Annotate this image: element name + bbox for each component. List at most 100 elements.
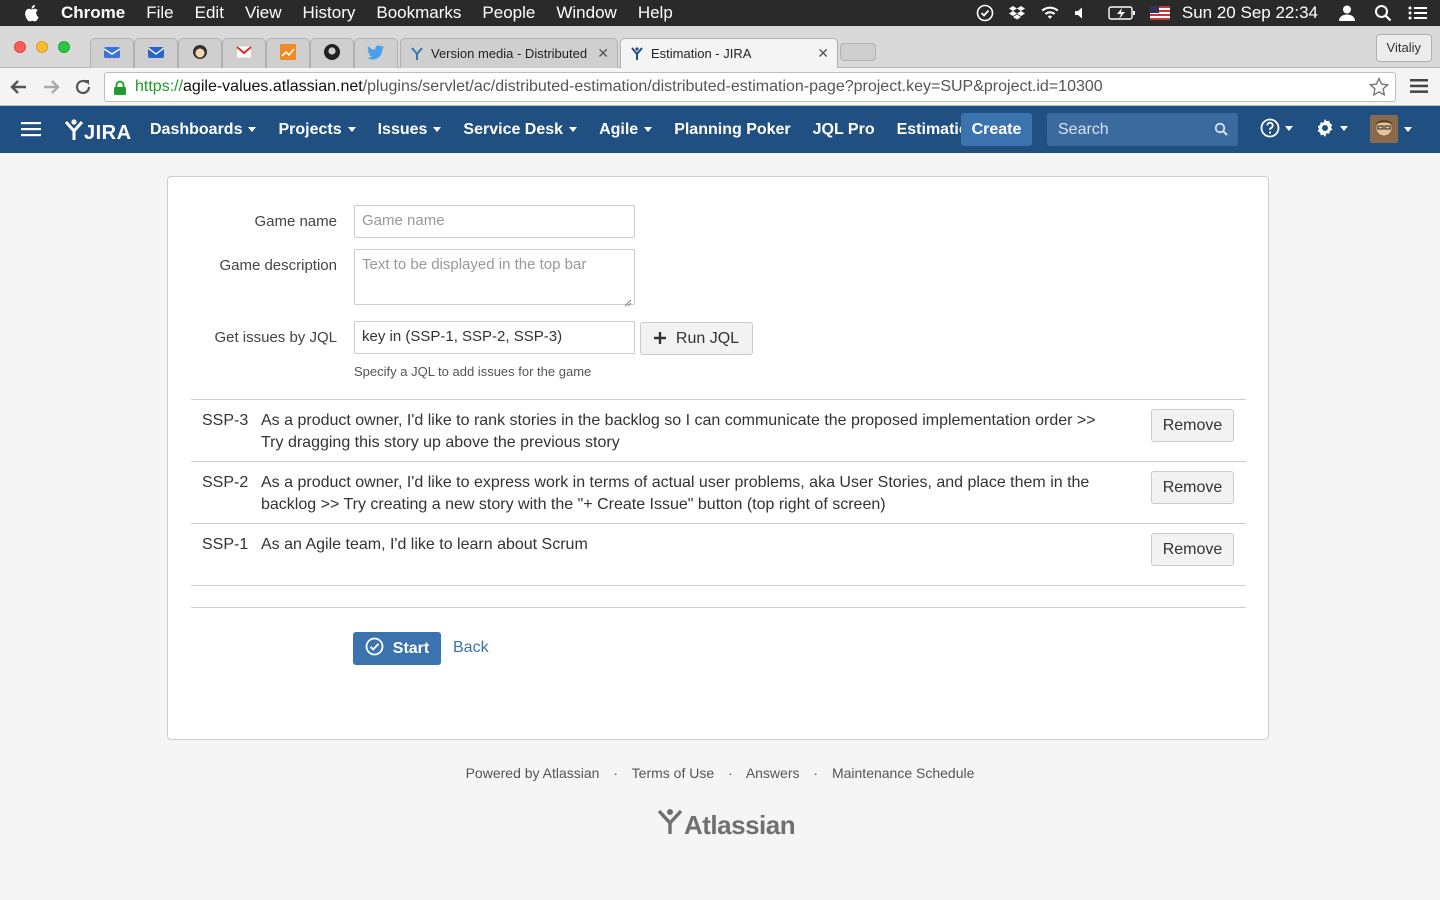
pinned-tab-twitter[interactable] [354,38,398,68]
nav-planning-poker[interactable]: Planning Poker [663,106,801,153]
check-circle-icon [365,637,393,661]
monkey-icon [192,44,208,63]
flag-us-icon[interactable] [1149,6,1170,20]
footer-terms-link[interactable]: Terms of Use [632,765,714,781]
issue-row: SSP-1 As an Agile team, I'd like to lear… [191,524,1246,586]
atlassian-logo[interactable]: Atlassian [656,808,796,843]
pinned-tab-gmail[interactable] [222,38,266,68]
notification-list-icon[interactable] [1408,5,1428,21]
remove-issue-button[interactable]: Remove [1151,533,1234,566]
wifi-icon[interactable] [1040,5,1060,21]
app-switcher-icon[interactable] [21,121,41,142]
footer-maintenance-link[interactable]: Maintenance Schedule [832,765,974,781]
chevron-down-icon [569,127,578,132]
jql-input[interactable]: key in (SSP-1, SSP-2, SSP-3) [354,321,635,354]
menu-file[interactable]: File [146,3,173,23]
menu-view[interactable]: View [245,3,282,23]
bookmark-star-icon[interactable] [1368,76,1390,102]
nav-jql-pro[interactable]: JQL Pro [802,106,886,153]
checkmark-shield-icon[interactable] [976,4,994,22]
reload-icon[interactable] [72,76,94,98]
help-icon[interactable] [1260,118,1293,138]
nav-projects[interactable]: Projects [267,106,366,153]
close-tab-icon[interactable]: ✕ [817,45,829,62]
footer-powered-link[interactable]: Powered by Atlassian [466,765,600,781]
menu-bookmarks[interactable]: Bookmarks [376,3,461,23]
nav-agile-label: Agile [599,120,639,138]
forward-arrow-icon[interactable] [40,76,62,98]
issue-list: SSP-3 As a product owner, I'd like to ra… [191,399,1246,586]
url-host: agile-values.atlassian.net [183,78,363,95]
run-jql-label: Run JQL [675,329,740,347]
menubar-clock[interactable]: Sun 20 Sep 22:34 [1182,3,1318,23]
issue-summary: As a product owner, I'd like to express … [261,474,1090,513]
new-tab-button[interactable] [840,43,876,61]
jira-logo[interactable]: JIRA [64,119,132,147]
pinned-tab-chart[interactable] [266,38,310,68]
tab-version-media[interactable]: Version media - Distributed E ✕ [400,38,618,68]
resize-handle-icon[interactable] [624,294,632,307]
footer-answers-link[interactable]: Answers [746,765,800,781]
apple-icon[interactable] [23,4,39,22]
issue-summary: As a product owner, I'd like to rank sto… [261,412,1096,451]
nav-dashboards[interactable]: Dashboards [139,106,267,153]
settings-gear-icon[interactable] [1315,118,1348,138]
nav-service-desk[interactable]: Service Desk [452,106,588,153]
jira-search-input[interactable]: Search [1047,113,1238,146]
menu-help[interactable]: Help [638,3,673,23]
close-tab-icon[interactable]: ✕ [597,45,609,62]
url-scheme: https:// [135,78,184,95]
jira-icon [629,46,645,62]
chevron-down-icon [1285,125,1293,131]
maximize-window-button[interactable] [58,41,70,53]
menu-people[interactable]: People [482,3,535,23]
chevron-down-icon [644,127,653,132]
minimize-window-button[interactable] [36,41,48,53]
menu-app-chrome[interactable]: Chrome [61,3,125,23]
nav-projects-label: Projects [278,120,342,138]
hamburger-menu-icon[interactable] [1410,78,1428,99]
pinned-tab-chimp[interactable] [178,38,222,68]
pinned-tab-github[interactable] [310,38,354,68]
issue-key[interactable]: SSP-1 [202,534,250,556]
menu-window[interactable]: Window [556,3,616,23]
game-description-placeholder: Text to be displayed in the top bar [362,256,587,273]
user-avatar[interactable] [1370,115,1412,143]
footer-separator: · [613,765,619,781]
nav-dashboards-label: Dashboards [150,120,243,138]
nav-issues[interactable]: Issues [367,106,453,153]
mailbox-icon [103,44,121,63]
pinned-tab-mail[interactable] [90,38,134,68]
game-name-input[interactable]: Game name [354,205,635,238]
user-icon[interactable] [1338,4,1356,22]
nav-agile[interactable]: Agile [588,106,663,153]
spotlight-search-icon[interactable] [1374,4,1392,22]
jira-logo-icon [64,119,84,147]
volume-icon[interactable] [1074,6,1088,20]
menu-edit[interactable]: Edit [195,3,224,23]
back-link[interactable]: Back [453,639,489,657]
tab-estimation-jira[interactable]: Estimation - JIRA ✕ [620,38,838,68]
issue-key[interactable]: SSP-2 [202,472,250,494]
start-button[interactable]: Start [353,632,441,665]
search-placeholder: Search [1058,120,1109,138]
dropbox-icon[interactable] [1008,5,1026,21]
profile-button[interactable]: Vitaliy [1375,34,1432,62]
remove-issue-button[interactable]: Remove [1151,409,1234,442]
pinned-tab-inbox[interactable] [134,38,178,68]
lock-icon[interactable] [113,80,127,101]
menu-history[interactable]: History [302,3,355,23]
create-button[interactable]: Create [961,113,1032,146]
jql-label: Get issues by JQL [214,329,337,346]
atlassian-logo-icon [656,808,684,843]
issue-key[interactable]: SSP-3 [202,410,250,432]
back-arrow-icon[interactable] [8,76,30,98]
remove-issue-button[interactable]: Remove [1151,471,1234,504]
battery-icon[interactable] [1108,5,1136,21]
close-window-button[interactable] [14,41,26,53]
address-bar[interactable]: https://agile-values.atlassian.net/plugi… [104,72,1396,102]
game-description-textarea[interactable]: Text to be displayed in the top bar [354,249,635,307]
search-icon[interactable] [1214,122,1228,141]
page-footer: Powered by Atlassian · Terms of Use · An… [0,765,1440,781]
run-jql-button[interactable]: Run JQL [640,322,753,355]
